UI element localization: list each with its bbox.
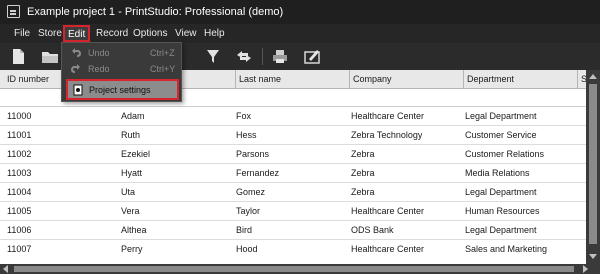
- cell-id: 11002: [7, 149, 32, 159]
- cell-last-name: Bird: [236, 225, 253, 235]
- cell-department: Customer Relations: [465, 149, 545, 159]
- filter-icon[interactable]: [203, 47, 223, 66]
- vertical-scroll-thumb[interactable]: [589, 84, 597, 244]
- table-row[interactable]: 11004 Uta Gomez Zebra Legal Department: [0, 183, 586, 202]
- column-header-company[interactable]: Company: [349, 70, 463, 89]
- open-folder-icon[interactable]: [40, 47, 60, 66]
- project-settings-icon: [73, 84, 83, 98]
- edit-menu-dropdown: Undo Ctrl+Z Redo Ctrl+Y Project settings: [61, 42, 182, 102]
- cell-id: 11007: [7, 244, 32, 254]
- redo-icon: [70, 63, 82, 76]
- table-row[interactable]: 11001 Ruth Hess Zebra Technology Custome…: [0, 126, 586, 145]
- menu-item-redo-label: Redo: [88, 64, 110, 74]
- cell-first-name: Uta: [121, 187, 136, 197]
- cell-department: Customer Service: [465, 130, 537, 140]
- cell-id: 11005: [7, 206, 32, 216]
- vertical-scrollbar[interactable]: [586, 70, 600, 264]
- menu-item-project-settings[interactable]: Project settings: [66, 79, 179, 100]
- cell-id: 11000: [7, 111, 32, 121]
- cell-first-name: Hyatt: [121, 168, 143, 178]
- menu-edit[interactable]: Edit: [63, 25, 91, 42]
- menu-item-undo[interactable]: Undo Ctrl+Z: [62, 44, 181, 61]
- cell-last-name: Hood: [236, 244, 258, 254]
- cell-last-name: Gomez: [236, 187, 266, 197]
- cell-department: Legal Department: [465, 187, 537, 197]
- menu-options[interactable]: Options: [133, 28, 167, 39]
- new-document-icon[interactable]: [8, 47, 28, 66]
- cell-first-name: Ruth: [121, 130, 141, 140]
- toolbar-separator: [262, 48, 263, 65]
- window-title: Example project 1 - PrintStudio: Profess…: [27, 6, 284, 18]
- cell-id: 11001: [7, 130, 32, 140]
- table-row[interactable]: 11007 Perry Hood Healthcare Center Sales…: [0, 240, 586, 264]
- table-row[interactable]: 11000 Adam Fox Healthcare Center Legal D…: [0, 107, 586, 126]
- cell-department: Media Relations: [465, 168, 530, 178]
- table-row[interactable]: 11006 Althea Bird ODS Bank Legal Departm…: [0, 221, 586, 240]
- menu-file[interactable]: File: [14, 28, 30, 39]
- menu-item-undo-shortcut: Ctrl+Z: [150, 48, 175, 58]
- cell-company: Healthcare Center: [351, 111, 425, 121]
- scroll-right-icon[interactable]: [583, 265, 588, 273]
- scroll-up-icon[interactable]: [589, 74, 597, 79]
- horizontal-scrollbar[interactable]: [0, 264, 600, 274]
- table-row[interactable]: 11003 Hyatt Fernandez Zebra Media Relati…: [0, 164, 586, 183]
- menu-item-undo-label: Undo: [88, 48, 110, 58]
- sync-icon[interactable]: [234, 47, 254, 66]
- cell-last-name: Fox: [236, 111, 252, 121]
- cell-company: Healthcare Center: [351, 244, 425, 254]
- cell-last-name: Hess: [236, 130, 257, 140]
- cell-first-name: Vera: [121, 206, 140, 216]
- menu-item-redo-shortcut: Ctrl+Y: [150, 64, 176, 74]
- menu-item-project-settings-label: Project settings: [89, 85, 151, 95]
- title-bar: Example project 1 - PrintStudio: Profess…: [0, 0, 600, 24]
- horizontal-scroll-thumb[interactable]: [14, 266, 574, 272]
- cell-first-name: Althea: [121, 225, 147, 235]
- scroll-down-icon[interactable]: [589, 254, 597, 259]
- cell-department: Legal Department: [465, 111, 537, 121]
- cell-company: Zebra: [351, 168, 375, 178]
- scroll-left-icon[interactable]: [3, 265, 8, 273]
- edit-form-icon[interactable]: [302, 47, 322, 66]
- menu-bar: File Store Edit Record Options View Help: [0, 24, 600, 43]
- menu-store[interactable]: Store: [38, 28, 62, 39]
- menu-record[interactable]: Record: [96, 28, 128, 39]
- app-icon: [7, 5, 20, 18]
- cell-first-name: Adam: [121, 111, 145, 121]
- column-header-street[interactable]: Stre: [577, 70, 586, 89]
- column-header-department[interactable]: Department: [463, 70, 577, 89]
- column-header-last-name[interactable]: Last name: [235, 70, 349, 89]
- cell-department: Legal Department: [465, 225, 537, 235]
- cell-company: Zebra Technology: [351, 130, 423, 140]
- cell-department: Sales and Marketing: [465, 244, 548, 254]
- menu-help[interactable]: Help: [204, 28, 225, 39]
- undo-icon: [70, 47, 82, 60]
- cell-id: 11003: [7, 168, 32, 178]
- cell-last-name: Parsons: [236, 149, 270, 159]
- cell-company: Healthcare Center: [351, 206, 425, 216]
- cell-company: Zebra: [351, 149, 375, 159]
- cell-department: Human Resources: [465, 206, 540, 216]
- cell-id: 11006: [7, 225, 32, 235]
- cell-first-name: Ezekiel: [121, 149, 151, 159]
- menu-item-redo[interactable]: Redo Ctrl+Y: [62, 60, 181, 77]
- cell-id: 11004: [7, 187, 32, 197]
- cell-first-name: Perry: [121, 244, 143, 254]
- table-row[interactable]: 11002 Ezekiel Parsons Zebra Customer Rel…: [0, 145, 586, 164]
- cell-last-name: Fernandez: [236, 168, 280, 178]
- cell-last-name: Taylor: [236, 206, 261, 216]
- table-row[interactable]: 11005 Vera Taylor Healthcare Center Huma…: [0, 202, 586, 221]
- cell-company: ODS Bank: [351, 225, 394, 235]
- print-icon[interactable]: [270, 47, 290, 66]
- menu-view[interactable]: View: [175, 28, 197, 39]
- cell-company: Zebra: [351, 187, 375, 197]
